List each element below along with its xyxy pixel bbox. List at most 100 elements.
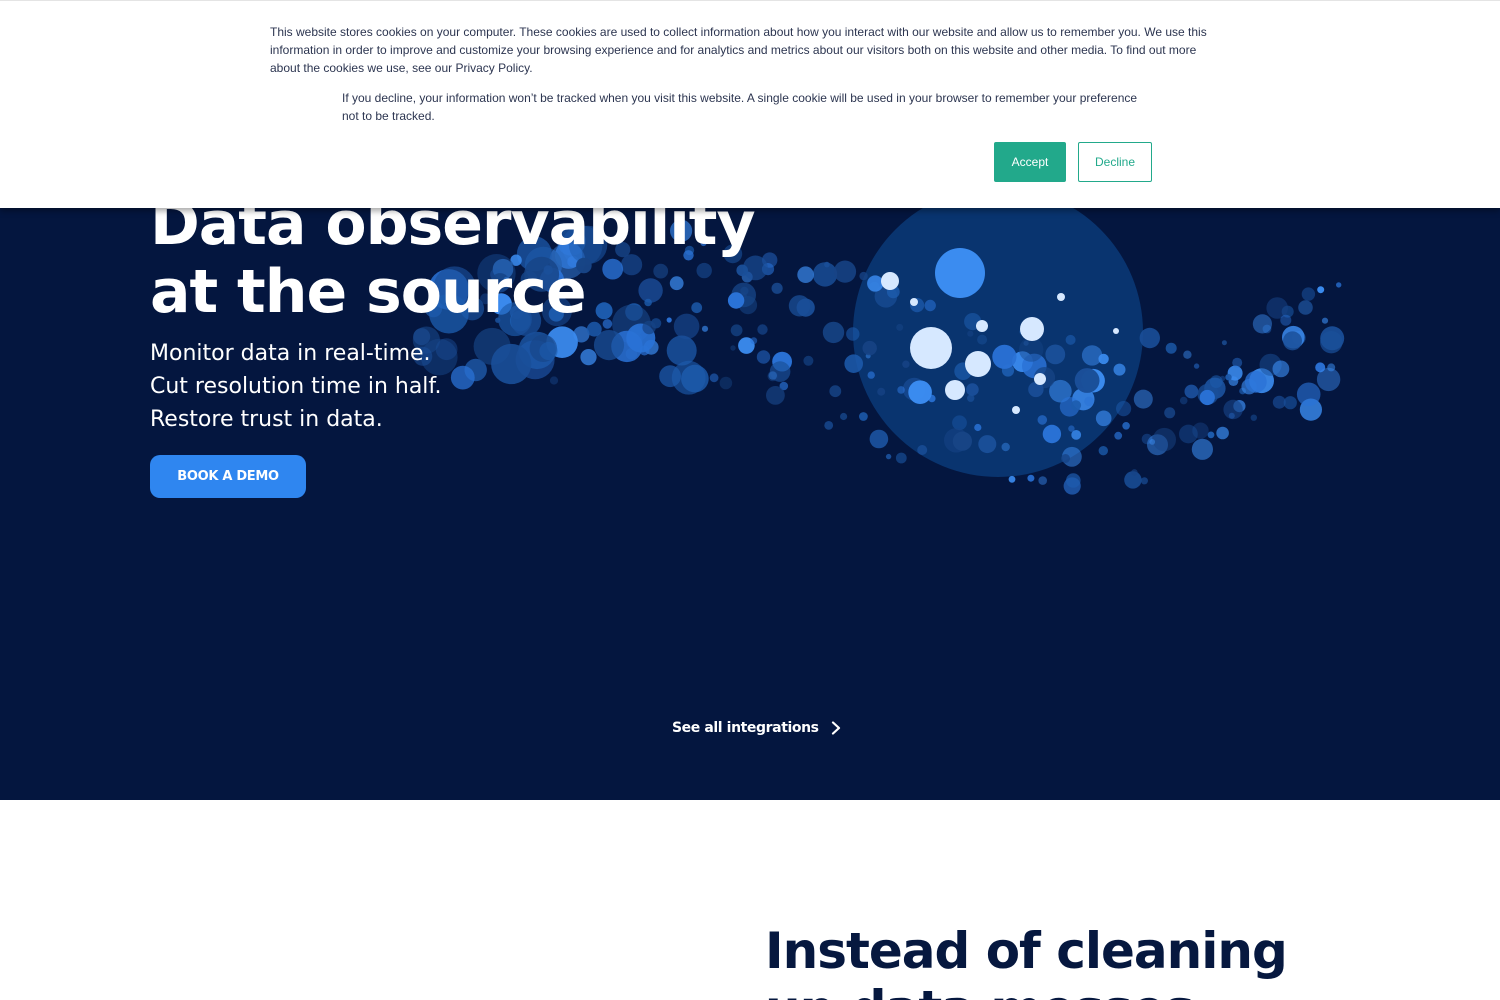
bubble (1296, 382, 1321, 407)
see-all-integrations-link[interactable]: See all integrations (672, 716, 843, 740)
bubble (885, 453, 892, 460)
bubble (1045, 344, 1066, 365)
bubble (1252, 314, 1272, 334)
bubble (1070, 400, 1082, 411)
book-demo-button[interactable]: BOOK A DEMO (150, 455, 306, 498)
bubble (1317, 286, 1325, 294)
bubble (1008, 475, 1016, 483)
bubble (659, 365, 681, 388)
bubble (701, 325, 709, 332)
bubble (1020, 317, 1044, 341)
bubble (1283, 331, 1302, 351)
bubble (730, 324, 743, 337)
bubble (1244, 370, 1267, 393)
bubble (859, 271, 868, 281)
bubble (965, 351, 991, 377)
cookie-notice-text: This website stores cookies on your comp… (270, 25, 1207, 75)
bubble (910, 298, 918, 306)
chevron-right-icon (831, 721, 840, 735)
bubble (935, 248, 985, 298)
bubble (881, 272, 899, 290)
cookie-consent-banner: This website stores cookies on your comp… (0, 0, 1500, 208)
bubble (1095, 410, 1112, 427)
bubble (846, 327, 860, 341)
bubble (1027, 474, 1035, 482)
bubble (1272, 395, 1286, 409)
bubble (967, 394, 975, 402)
bubble (897, 386, 905, 394)
bubble (1199, 389, 1215, 406)
bubble (1216, 426, 1229, 440)
hero-title: Data observability at the source (150, 190, 850, 326)
bubble (1184, 384, 1199, 399)
bubble (867, 275, 884, 292)
bubble (1191, 438, 1213, 460)
hero-subtitle-line: Cut resolution time in half. (150, 374, 442, 399)
bubble (895, 452, 907, 464)
bubble (1336, 282, 1342, 288)
bubble (1038, 476, 1047, 485)
bubble (1225, 374, 1232, 381)
section-heading-line: Instead of cleaning (765, 922, 1288, 980)
bubble (756, 350, 771, 364)
bubble (1320, 326, 1345, 351)
hero-subtitle: Monitor data in real-time. Cut resolutio… (150, 337, 650, 436)
bubble (977, 334, 988, 345)
bubble (976, 320, 988, 332)
bubble (1139, 327, 1161, 349)
bubble (1081, 345, 1103, 366)
integrations-link-label: See all integrations (672, 720, 819, 736)
bubble (1183, 350, 1192, 359)
bubble (862, 340, 877, 356)
bubble (1152, 427, 1177, 452)
bubble (1066, 473, 1081, 488)
bubble (803, 355, 814, 366)
bubble (730, 345, 736, 351)
bubble (1301, 287, 1316, 301)
bubble (767, 370, 778, 382)
bubble (1221, 340, 1227, 346)
bubble (867, 371, 875, 379)
bubble (952, 431, 973, 451)
bubble (1223, 399, 1243, 420)
bubble (1207, 431, 1215, 439)
bubble (967, 330, 974, 337)
hero-title-line: at the source (150, 257, 587, 327)
bubble (1061, 454, 1070, 463)
bubble (1298, 300, 1313, 315)
bubble (1122, 422, 1130, 430)
bubble (1001, 442, 1010, 452)
bubble (750, 337, 758, 345)
bubble (1042, 424, 1062, 444)
bubble (992, 344, 1017, 369)
bubble (1164, 407, 1176, 419)
bubble (908, 380, 932, 405)
bubble (1149, 439, 1156, 445)
bubble (829, 385, 842, 398)
bubble (978, 435, 997, 454)
decline-cookies-button[interactable]: Decline (1078, 142, 1152, 182)
bubble (859, 412, 868, 421)
bubble (1280, 314, 1292, 326)
hero-subtitle-line: Monitor data in real-time. (150, 341, 431, 366)
cookie-decline-note: If you decline, your information won’t b… (342, 91, 1138, 123)
bubble (924, 299, 936, 312)
bubble (1193, 363, 1200, 369)
bubble (1057, 293, 1065, 301)
bubble (1065, 334, 1076, 345)
bubble (1034, 373, 1046, 385)
bubble (1114, 431, 1123, 440)
bubble (824, 421, 834, 430)
bubble (766, 386, 785, 405)
bubble (1272, 360, 1290, 378)
bubble (917, 445, 928, 455)
hero-subtitle-line: Restore trust in data. (150, 407, 383, 432)
bubble (709, 373, 719, 383)
accept-cookies-button[interactable]: Accept (994, 142, 1066, 182)
bubble (1113, 363, 1126, 376)
bubble (1084, 396, 1094, 407)
bubble (1131, 469, 1138, 476)
bubble (1074, 368, 1100, 393)
bubble (1098, 446, 1109, 456)
bubble (877, 387, 886, 396)
